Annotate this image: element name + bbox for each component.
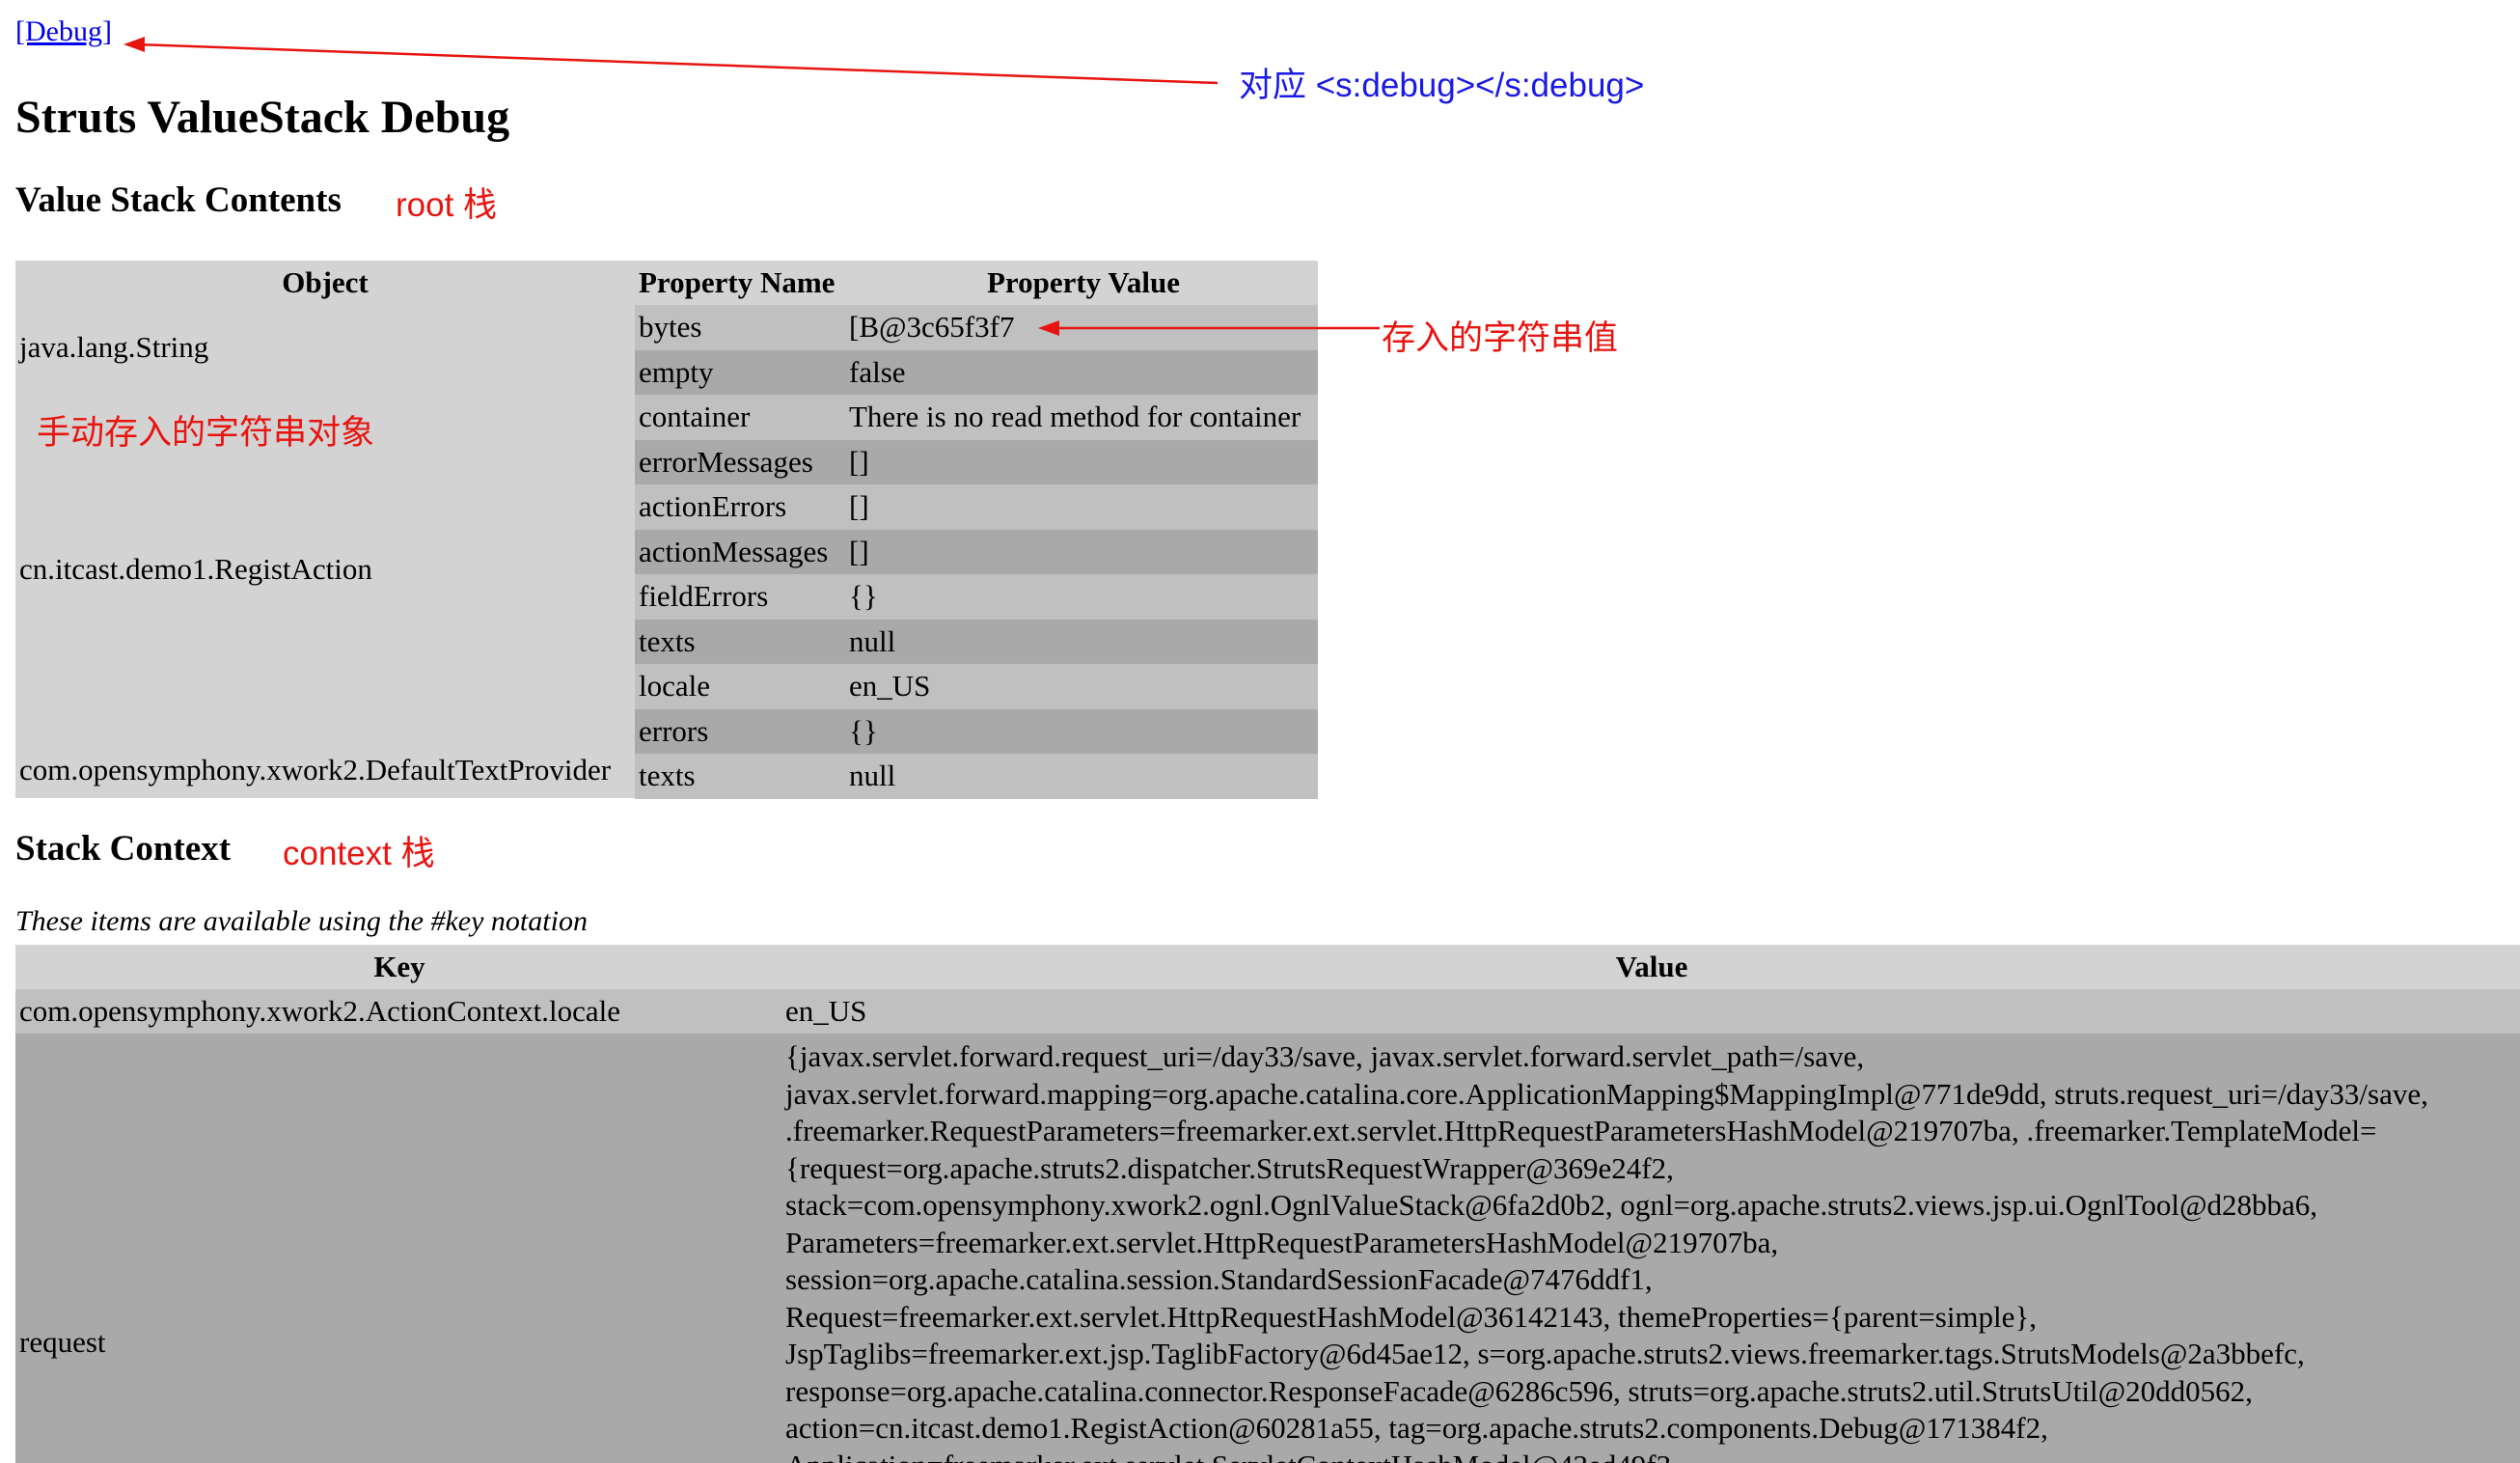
property-name: locale bbox=[639, 669, 711, 703]
table-row: com.opensymphony.xwork2.ActionContext.lo… bbox=[15, 989, 2520, 1034]
property-value: There is no read method for container bbox=[849, 400, 1301, 433]
header-value: Value bbox=[1615, 950, 1688, 983]
property-row: errorMessages [] bbox=[635, 439, 1318, 484]
property-row: bytes [B@3c65f3f7 bbox=[635, 305, 1318, 350]
debug-link[interactable]: [Debug] bbox=[15, 15, 112, 48]
property-value: en_US bbox=[849, 669, 931, 703]
property-name: fieldErrors bbox=[639, 579, 769, 613]
property-row: container There is no read method for con… bbox=[635, 395, 1318, 440]
header-property-value: Property Value bbox=[986, 265, 1181, 299]
property-name: bytes bbox=[639, 310, 702, 344]
property-value: null bbox=[849, 623, 896, 658]
context-value: en_US bbox=[785, 994, 867, 1028]
annotation-string-value: 存入的字符串值 bbox=[1382, 319, 1619, 357]
context-value-line: javax.servlet.forward.mapping=org.apache… bbox=[785, 1076, 2428, 1111]
property-row: actionMessages [] bbox=[635, 529, 1318, 574]
context-value-line: Request=freemarker.ext.servlet.HttpReque… bbox=[785, 1299, 2038, 1334]
property-name: texts bbox=[639, 759, 696, 792]
property-value: [] bbox=[849, 534, 869, 568]
object-regist-action: cn.itcast.demo1.RegistAction bbox=[19, 552, 372, 586]
property-value: {} bbox=[849, 713, 878, 748]
context-key: request bbox=[19, 1325, 106, 1359]
header-property-name: Property Name bbox=[639, 265, 835, 299]
property-name: container bbox=[639, 400, 751, 433]
context-value-line: {request=org.apache.struts2.dispatcher.S… bbox=[785, 1150, 1674, 1185]
property-name: errors bbox=[639, 713, 709, 748]
context-value-line: {javax.servlet.forward.request_uri=/day3… bbox=[785, 1039, 1865, 1073]
context-value-line: stack=com.opensymphony.xwork2.ognl.OgnlV… bbox=[785, 1188, 2318, 1222]
context-value-line: session=org.apache.catalina.session.Stan… bbox=[785, 1262, 1653, 1296]
page-title: Struts ValueStack Debug bbox=[15, 92, 510, 143]
property-name: errorMessages bbox=[639, 444, 813, 479]
context-key: com.opensymphony.xwork2.ActionContext.lo… bbox=[19, 994, 621, 1028]
property-row: locale en_US bbox=[635, 664, 1318, 709]
annotation-context-stack: context 栈 bbox=[283, 835, 435, 872]
property-row: texts null bbox=[635, 754, 1318, 799]
object-string: java.lang.String bbox=[19, 330, 209, 364]
stack-context-heading: Stack Context bbox=[15, 829, 232, 869]
stack-context-table: Key Value com.opensymphony.xwork2.Action… bbox=[15, 945, 2520, 1463]
value-stack-heading: Value Stack Contents bbox=[15, 180, 342, 220]
context-value-line: Parameters=freemarker.ext.servlet.HttpRe… bbox=[785, 1225, 1779, 1259]
property-list: bytes [B@3c65f3f7 empty false container The… bbox=[635, 305, 1318, 799]
annotation-string-object: 手动存入的字符串对象 bbox=[37, 414, 375, 452]
property-row: texts null bbox=[635, 619, 1318, 664]
property-name: actionMessages bbox=[639, 534, 829, 568]
context-value-line: Application=freemarker.ext.servlet.Servl… bbox=[785, 1449, 1671, 1463]
context-value-line: .freemarker.RequestParameters=freemarker… bbox=[785, 1114, 2377, 1147]
property-value: [] bbox=[849, 489, 869, 523]
context-value-line: JspTaglibs=freemarker.ext.jsp.TaglibFact… bbox=[785, 1337, 2305, 1370]
property-value: {} bbox=[849, 579, 878, 613]
property-value: null bbox=[849, 759, 896, 792]
property-row: errors {} bbox=[635, 708, 1318, 754]
header-key: Key bbox=[373, 950, 425, 983]
table-row: request {javax.servlet.forward.request_u… bbox=[15, 1034, 2520, 1463]
value-stack-table: Object Property Name Property Value java… bbox=[15, 261, 1318, 799]
header-object: Object bbox=[282, 265, 369, 299]
annotation-debug-tag: 对应 <s:debug></s:debug> bbox=[1239, 67, 1645, 104]
context-header-row: Key Value bbox=[15, 945, 2520, 989]
arrow-to-debug-link bbox=[123, 37, 1219, 85]
property-row: empty false bbox=[635, 349, 1318, 395]
property-name: empty bbox=[639, 354, 714, 389]
property-value: [B@3c65f3f7 bbox=[849, 310, 1015, 344]
property-row: fieldErrors {} bbox=[635, 574, 1318, 620]
key-notation-note: These items are available using the #key… bbox=[15, 905, 588, 937]
context-value-line: response=org.apache.catalina.connector.R… bbox=[785, 1373, 2253, 1408]
property-name: texts bbox=[639, 623, 696, 658]
object-default-text-provider: com.opensymphony.xwork2.DefaultTextProvi… bbox=[19, 753, 612, 787]
property-value: [] bbox=[849, 444, 869, 479]
property-row: actionErrors [] bbox=[635, 484, 1318, 530]
property-value: false bbox=[849, 354, 906, 389]
annotation-root-stack: root 栈 bbox=[396, 186, 498, 224]
property-name: actionErrors bbox=[639, 489, 787, 523]
context-value-line: action=cn.itcast.demo1.RegistAction@6028… bbox=[785, 1411, 2048, 1445]
